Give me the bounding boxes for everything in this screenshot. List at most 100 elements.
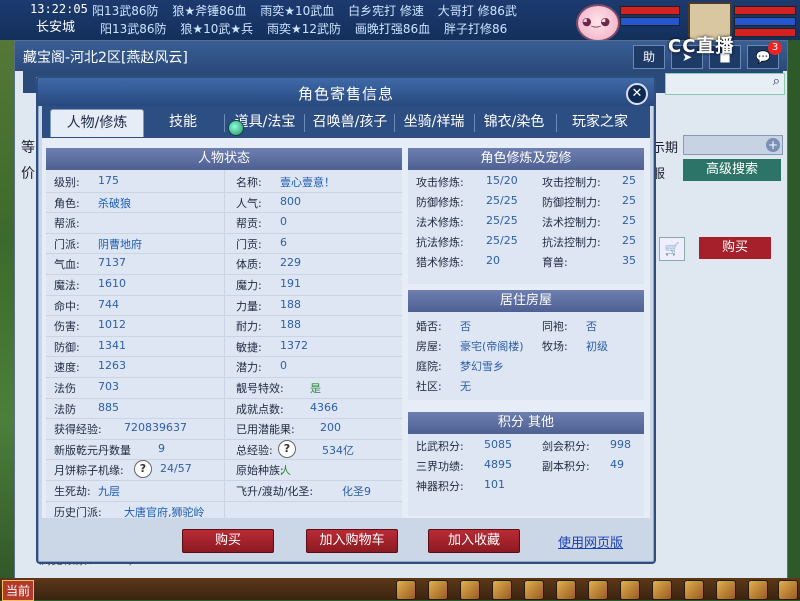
- chat-item: 胖子打修86: [443, 22, 508, 36]
- buy-button[interactable]: 购买: [182, 529, 274, 553]
- stat-label: 命中:: [54, 299, 80, 313]
- dialog-tabbar: 人物/修炼 技能 道具/法宝 召唤兽/孩子 坐骑/祥瑞 锦衣/染色 玩家之家: [42, 106, 650, 138]
- dialog-footer: 购买 加入购物车 加入收藏 使用网页版: [38, 522, 654, 558]
- tab-character-cultivation[interactable]: 人物/修炼: [50, 109, 144, 137]
- stat-value: 4366: [310, 400, 338, 414]
- add-to-favorites-button[interactable]: 加入收藏: [428, 529, 520, 553]
- chat-item: 白乡宪打 修速: [348, 4, 424, 18]
- tab-mounts[interactable]: 坐骑/祥瑞: [396, 109, 472, 136]
- game-location: 长安城: [36, 20, 76, 35]
- stat-label: 魔法:: [54, 279, 80, 292]
- use-web-version-link[interactable]: 使用网页版: [558, 532, 623, 551]
- tab-player-home[interactable]: 玩家之家: [560, 109, 640, 136]
- stat-value: 梦幻雪乡: [460, 360, 504, 373]
- listing-buy-button[interactable]: 购买: [699, 237, 771, 259]
- tab-skills[interactable]: 技能: [146, 109, 220, 136]
- stat-label: 魔力:: [236, 279, 262, 292]
- stat-label: 法术控制力:: [542, 216, 601, 229]
- message-icon: 💬: [755, 50, 771, 64]
- stat-label: 月饼粽子机缘:: [54, 464, 124, 478]
- stat-label: 牧场:: [542, 340, 568, 353]
- stat-label: 门贡:: [236, 237, 262, 251]
- stat-value: 豪宅(帝阁楼): [460, 340, 524, 353]
- player-sp-bar: [734, 28, 796, 37]
- stat-value: 否: [460, 320, 471, 333]
- item-icon[interactable]: [588, 580, 608, 600]
- chat-item: 雨奕★10武血: [260, 4, 335, 18]
- stat-value: 800: [280, 194, 301, 208]
- item-icon[interactable]: [652, 580, 672, 600]
- item-icon[interactable]: [428, 580, 448, 600]
- stat-value: 188: [280, 318, 301, 332]
- stat-value: 化圣9: [342, 485, 371, 498]
- search-icon[interactable]: ⌕: [773, 74, 780, 89]
- stat-value: 25: [622, 234, 636, 247]
- character-sale-dialog: 角色寄售信息 ✕ 人物/修炼 技能 道具/法宝 召唤兽/孩子 坐骑/祥瑞 锦衣/…: [36, 76, 656, 564]
- current-channel-button[interactable]: 当前: [2, 580, 35, 601]
- stat-label: 神器积分:: [416, 480, 464, 493]
- stat-label: 猎术修炼:: [416, 256, 464, 269]
- stat-label: 门派:: [54, 237, 80, 251]
- message-button[interactable]: 💬 3: [747, 41, 782, 69]
- stat-label: 潜力:: [236, 361, 262, 375]
- stat-value: 九层: [98, 485, 120, 498]
- stat-value: 大唐官府,狮驼岭: [124, 505, 205, 519]
- stat-value: 4895: [484, 458, 512, 471]
- stat-label: 力量:: [236, 299, 262, 313]
- stat-label: 攻击控制力:: [542, 176, 601, 189]
- player-mp-bar: [734, 17, 796, 26]
- stat-label: 生死劫:: [54, 485, 91, 498]
- shop-search-input[interactable]: ⌕: [665, 73, 785, 95]
- stat-label: 三界功绩:: [416, 460, 464, 473]
- cart-icon[interactable]: 🛒: [659, 237, 685, 261]
- stat-value: 15/20: [486, 174, 518, 187]
- dialog-header: 角色寄售信息 ✕: [38, 78, 654, 106]
- item-icon[interactable]: [778, 580, 798, 600]
- shop-title: 藏宝阁-河北2区[燕赵风云]: [23, 50, 188, 66]
- item-icon[interactable]: [684, 580, 704, 600]
- stat-value: 1610: [98, 277, 126, 290]
- filter-label-price: 价: [21, 166, 35, 182]
- points-title: 积分 其他: [408, 412, 644, 434]
- plus-icon[interactable]: +: [766, 138, 780, 152]
- stat-value: 1263: [98, 359, 126, 373]
- tab-outfits-dye[interactable]: 锦衣/染色: [476, 109, 552, 136]
- item-icon[interactable]: [556, 580, 576, 600]
- item-icon[interactable]: [748, 580, 768, 600]
- stat-value: 744: [98, 297, 119, 311]
- stat-label: 新版乾元丹数量: [54, 443, 131, 457]
- close-icon[interactable]: ✕: [626, 83, 648, 105]
- item-icon[interactable]: [716, 580, 736, 600]
- stat-value: 20: [486, 254, 500, 267]
- item-icon[interactable]: [396, 580, 416, 600]
- stat-label: 耐力:: [236, 320, 262, 334]
- stat-label: 育兽:: [542, 256, 568, 269]
- stat-value: 否: [586, 320, 597, 333]
- help-icon[interactable]: ?: [278, 439, 296, 458]
- pet-status-bars: [620, 4, 680, 28]
- character-status-title: 人物状态: [46, 148, 402, 170]
- item-icon[interactable]: [620, 580, 640, 600]
- tab-divider: [474, 114, 475, 132]
- pet-avatar[interactable]: [576, 4, 620, 42]
- stat-label: 副本积分:: [542, 460, 590, 473]
- help-button[interactable]: 助: [633, 45, 665, 69]
- stat-value: 0: [280, 215, 287, 229]
- item-icon[interactable]: [524, 580, 544, 600]
- tab-summons-children[interactable]: 召唤兽/孩子: [306, 109, 394, 136]
- chat-item: 雨奕★12武防: [267, 22, 342, 36]
- advanced-search-button[interactable]: 高级搜索: [683, 159, 781, 181]
- game-clock: 13:22:05: [30, 2, 88, 16]
- stat-value: 人: [280, 464, 291, 478]
- stat-value: 101: [484, 478, 505, 491]
- stat-value: 534亿: [322, 443, 354, 457]
- stat-value: 0: [280, 359, 287, 373]
- item-icon[interactable]: [492, 580, 512, 600]
- stat-value: 35: [622, 254, 636, 267]
- add-to-cart-button[interactable]: 加入购物车: [306, 529, 398, 553]
- stat-value: 703: [98, 380, 119, 393]
- stat-label: 级别:: [54, 176, 80, 189]
- item-icon[interactable]: [460, 580, 480, 600]
- dialog-title: 角色寄售信息: [297, 85, 394, 103]
- period-select[interactable]: +: [683, 135, 783, 155]
